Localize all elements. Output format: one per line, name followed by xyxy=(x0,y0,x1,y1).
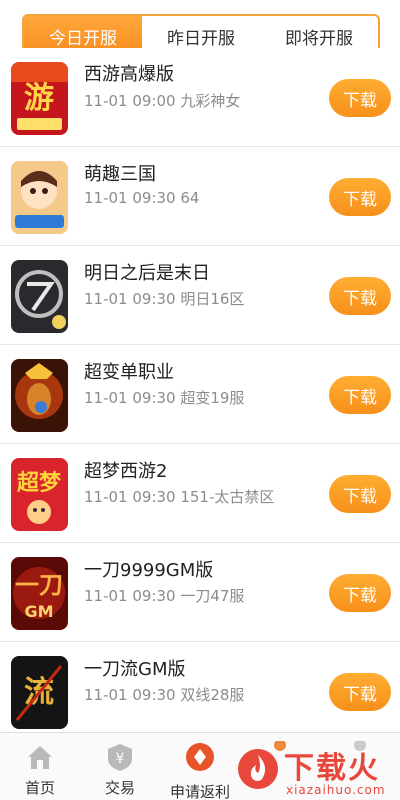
home-icon xyxy=(28,746,52,769)
list-item[interactable]: 游 西游高爆版 11-01 09:00 九彩神女 下载 xyxy=(0,48,400,147)
tabbar-home-label: 首页 xyxy=(24,779,55,797)
download-button[interactable]: 下载 xyxy=(329,475,391,513)
svg-text:游: 游 xyxy=(24,81,54,116)
tabbar-rebate[interactable]: 申请返利 xyxy=(160,733,240,800)
tabbar-home[interactable]: 首页 xyxy=(0,733,80,800)
download-button[interactable]: 下载 xyxy=(329,178,391,216)
chaobian-game-icon xyxy=(11,359,68,432)
svg-text:超梦: 超梦 xyxy=(17,470,62,496)
game-meta: 11-01 09:00 九彩神女 xyxy=(84,92,241,110)
game-meta: 11-01 09:30 一刀47服 xyxy=(84,587,245,605)
watermark-text: 下载火 xyxy=(284,751,380,786)
yidao-game-icon: 一刀 GM xyxy=(11,557,68,630)
watermark-logo: 下载火 xiazaihuo.com xyxy=(236,743,400,800)
watermark-url: xiazaihuo.com xyxy=(286,783,386,797)
mengqu-game-icon xyxy=(11,161,68,234)
game-name: 超变单职业 xyxy=(84,362,174,383)
game-meta: 11-01 09:30 明日16区 xyxy=(84,290,245,308)
game-meta: 11-01 09:30 超变19服 xyxy=(84,389,245,407)
flame-logo-icon xyxy=(238,749,278,789)
tabbar-rebate-label: 申请返利 xyxy=(169,783,230,800)
svg-text:GM: GM xyxy=(24,602,53,621)
game-name: 一刀9999GM版 xyxy=(84,560,214,581)
list-item[interactable]: 超变单职业 11-01 09:30 超变19服 下载 xyxy=(0,345,400,444)
yidaoliu-game-icon: 流 xyxy=(11,656,68,729)
svg-text:一刀: 一刀 xyxy=(15,571,63,599)
list-item[interactable]: 流 一刀流GM版 11-01 09:30 双线28服 下载 xyxy=(0,642,400,732)
tabbar-trade[interactable]: ¥ 交易 xyxy=(80,733,160,800)
game-name: 西游高爆版 xyxy=(84,64,174,85)
game-list: 游 西游高爆版 11-01 09:00 九彩神女 下载 萌趣三国 11-01 0… xyxy=(0,48,400,732)
game-meta: 11-01 09:30 64 xyxy=(84,189,200,207)
mingri-game-icon xyxy=(11,260,68,333)
game-meta: 11-01 09:30 双线28服 xyxy=(84,686,245,704)
download-button[interactable]: 下载 xyxy=(329,574,391,612)
rebate-icon xyxy=(186,743,214,771)
download-button[interactable]: 下载 xyxy=(329,376,391,414)
game-name: 一刀流GM版 xyxy=(84,659,186,680)
xiyou-game-icon: 游 xyxy=(11,62,68,135)
game-name: 明日之后是末日 xyxy=(84,263,210,284)
list-item[interactable]: 一刀 GM 一刀9999GM版 11-01 09:30 一刀47服 下载 xyxy=(0,543,400,642)
list-item[interactable]: 超梦 超梦西游2 11-01 09:30 151-太古禁区 下载 xyxy=(0,444,400,543)
chaomeng-game-icon: 超梦 xyxy=(11,458,68,531)
download-button[interactable]: 下载 xyxy=(329,79,391,117)
list-item[interactable]: 萌趣三国 11-01 09:30 64 下载 xyxy=(0,147,400,246)
svg-text:¥: ¥ xyxy=(116,751,125,767)
game-name: 超梦西游2 xyxy=(84,461,168,482)
tabbar-trade-label: 交易 xyxy=(104,779,135,797)
trade-icon: ¥ xyxy=(108,744,132,771)
game-meta: 11-01 09:30 151-太古禁区 xyxy=(84,488,275,506)
bottom-tabbar: 首页 ¥ 交易 申请返利 下载火 xiazaihuo.com xyxy=(0,732,400,800)
list-item[interactable]: 明日之后是末日 11-01 09:30 明日16区 下载 xyxy=(0,246,400,345)
download-button[interactable]: 下载 xyxy=(329,673,391,711)
game-name: 萌趣三国 xyxy=(84,164,156,185)
download-button[interactable]: 下载 xyxy=(329,277,391,315)
